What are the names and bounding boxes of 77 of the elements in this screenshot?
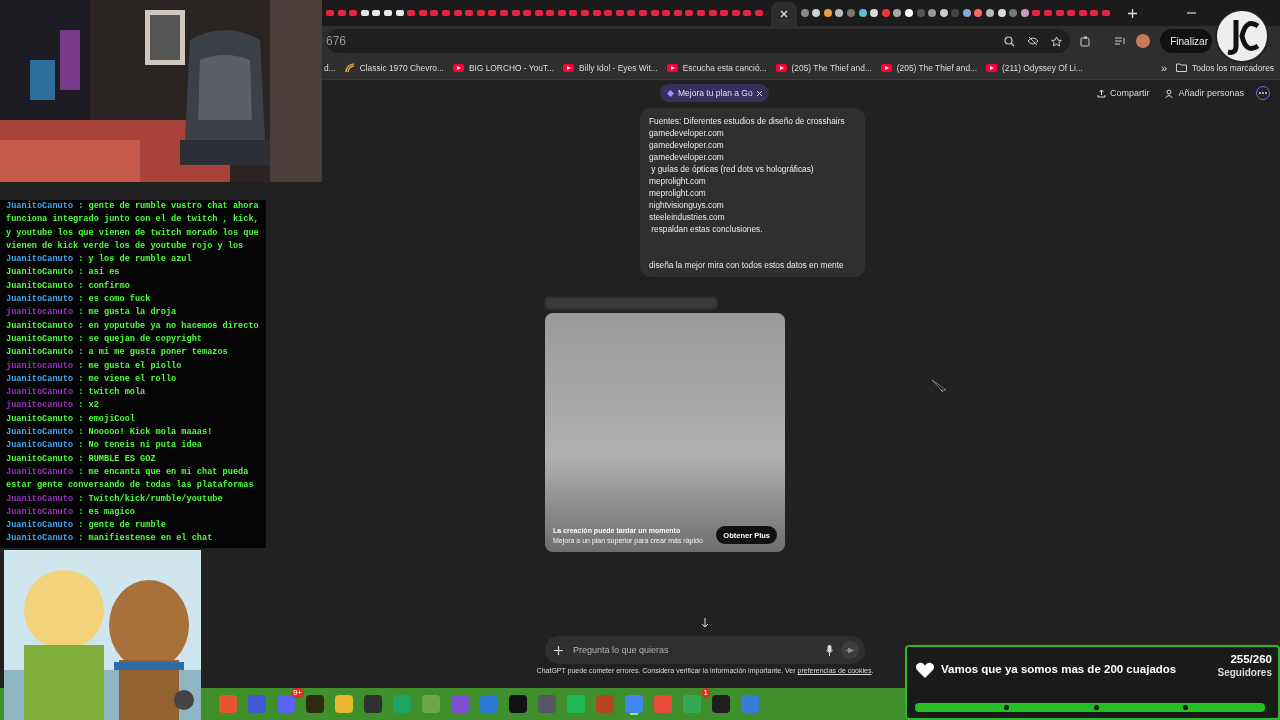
taskbar-app-icon[interactable] (509, 695, 527, 713)
video-icon (452, 63, 464, 72)
prompt-bar[interactable]: Pregunta lo que quieras (545, 636, 865, 664)
video-icon (880, 63, 892, 72)
chat-message: JuanitoCanuto : gente de rumble vustro chat ahora funciona integrado junto con el de twitch , kick, y youtube los que vienen de twitch morado los que vienen de kick verde los de youtube rojo y los (6, 200, 260, 253)
chat-message: JuanitoCanuto : a mi me gusta poner temazos (6, 346, 229, 360)
video-icon (563, 63, 575, 72)
close-icon[interactable] (756, 90, 762, 96)
chat-message: juanitocanuto : x2 (6, 399, 100, 413)
taskbar-app-icon[interactable] (306, 695, 324, 713)
chat-message: JuanitoCanuto : gente de rumble (6, 519, 167, 533)
chat-message: juanitocanuto : me gusta el piollo (6, 359, 183, 373)
chat-message: JuanitoCanuto : y los de rumble azul (6, 253, 193, 267)
chat-message: JuanitoCanuto : se quejan de copyright (6, 332, 203, 346)
new-tab-icon[interactable] (1127, 8, 1137, 18)
finish-button[interactable]: Finalizar (1160, 29, 1212, 53)
chat-message: JuanitoCanuto : manifiestense en el chat (6, 532, 214, 546)
minimize-icon[interactable] (1186, 12, 1196, 14)
diamond-icon (667, 89, 674, 97)
chat-message: JuanitoCanuto : me encanta que en mi chat pueda estar gente conversando de todas las plataformas (6, 465, 255, 493)
taskbar-app-icon[interactable] (364, 695, 382, 713)
taskbar-app-icon[interactable] (712, 695, 730, 713)
bookmark[interactable]: Classic 1970 Chevro... (344, 62, 444, 73)
bookmark[interactable]: (211) Odyssey Of Li... (986, 62, 1083, 73)
bookmark[interactable]: Billy Idol - Eyes Wit... (563, 62, 658, 73)
plus-icon[interactable] (554, 645, 563, 655)
chat-message: JuanitoCanuto : RUMBLE ES GOZ (6, 452, 157, 466)
chat-message: JuanitoCanuto : me viene el rollo (6, 372, 178, 386)
prompt-field[interactable]: Pregunta lo que quieras (571, 644, 818, 656)
goal-title: Vamos que ya somos mas de 200 cuajados (941, 663, 1178, 675)
video-icon (986, 63, 997, 72)
close-icon[interactable] (770, 2, 797, 26)
arc-icon (344, 62, 355, 73)
bookmark[interactable]: d... (324, 62, 336, 73)
heart-icon (915, 661, 935, 679)
chat-message: JuanitoCanuto : emojiCool (6, 412, 136, 426)
chat-message: JuanitoCanuto : es magico (6, 505, 136, 519)
chat-message: JuanitoCanuto : confirmo (6, 279, 131, 293)
profile-avatar[interactable] (1136, 34, 1151, 48)
chat-message: JuanitoCanuto : No teneis ni puta idea (6, 439, 203, 453)
more-bookmarks[interactable]: » (1160, 61, 1168, 74)
video-icon (666, 63, 678, 72)
upgrade-pill[interactable]: Mejora tu plan a Go (660, 84, 769, 102)
more-icon[interactable] (1256, 86, 1270, 100)
chat-message: JuanitoCanuto : twitch mola (6, 386, 147, 400)
playlist-icon[interactable] (1115, 36, 1127, 46)
notification-badge: 9+ (290, 688, 304, 698)
waveform-icon (845, 646, 855, 654)
chat-message: JuanitoCanuto : Nooooo! Kick mola maaas! (6, 426, 214, 440)
microphone-icon[interactable] (826, 644, 833, 656)
extensions-icon[interactable] (1080, 35, 1092, 47)
folder-icon (1176, 63, 1188, 72)
add-people-button[interactable]: Añadir personas (1165, 88, 1244, 98)
goal-label: Seguidores (1217, 667, 1272, 678)
chat-message: JuanitoCanuto : asi es (6, 266, 121, 280)
voice-button[interactable] (841, 641, 859, 659)
address-bar[interactable]: 676 (326, 29, 1071, 53)
person-icon (1165, 88, 1175, 98)
bookmark[interactable]: Escucha esta canció... (666, 62, 767, 73)
bookmark[interactable]: (205) The Thief and... (775, 62, 872, 73)
share-icon (1096, 88, 1106, 98)
chat-message: JuanitoCanuto : es como fuck (6, 293, 152, 307)
eye-off-icon[interactable] (1027, 36, 1040, 46)
zoom-icon[interactable] (1004, 35, 1016, 47)
cursor-icon (932, 380, 946, 392)
bookmark[interactable]: BIG LORCHO - YouT... (452, 62, 555, 73)
share-button[interactable]: Compartir (1096, 88, 1150, 98)
chat-message: JuanitoCanuto : Twitch/kick/rumble/youtube (6, 492, 224, 506)
notification-badge: 1 (701, 688, 710, 698)
bookmark[interactable]: (205) The Thief and... (880, 62, 977, 73)
chat-message: juanitocanuto : me gusta la droja (6, 306, 178, 320)
all-bookmarks[interactable]: Todos los marcadores (1176, 62, 1274, 73)
user-message: Fuentes: Diferentes estudios de diseño de crosshairs gamedeveloper.com gamedeveloper.com gamedeveloper.com y guías de ópticas (red dots vs holográficas) meprolight.com meprolight.com nightvisionguys.com steeleindustries.com respaldan estas conclusiones. diseña la mejor mira con todos estos datos en mente (640, 108, 865, 277)
star-icon[interactable] (1051, 35, 1063, 47)
goal-count: 255/260 (1230, 653, 1272, 665)
video-icon (775, 63, 787, 72)
chat-message: JuanitoCanuto : en yoputube ya no hacemos directo (6, 319, 260, 333)
